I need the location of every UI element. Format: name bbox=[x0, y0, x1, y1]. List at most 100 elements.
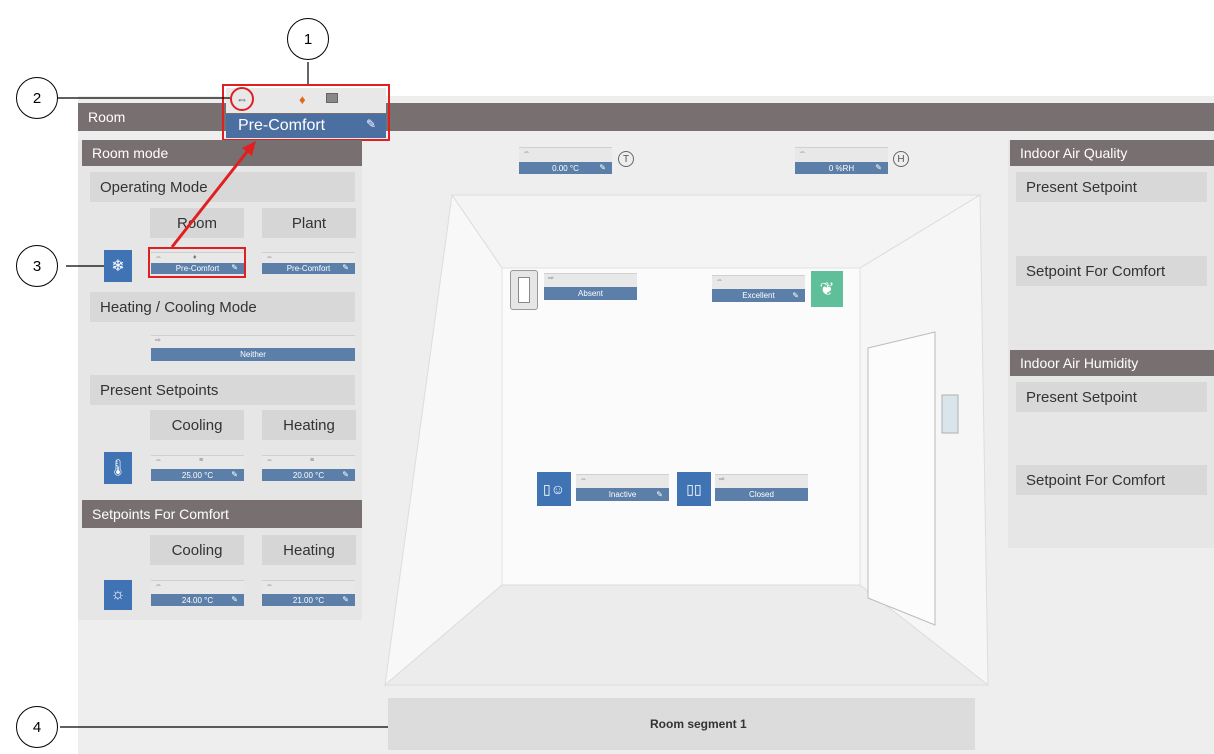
room-thermostat-panel bbox=[941, 394, 959, 434]
iah-present-text: Present Setpoint bbox=[1026, 388, 1137, 406]
heating-label: Heating bbox=[262, 410, 356, 440]
field-indicator: ⇔ bbox=[155, 457, 162, 464]
pencil-icon[interactable]: ✎ bbox=[875, 163, 882, 172]
comfort-cooling-value[interactable]: 24.00 °C bbox=[151, 594, 244, 606]
iaq-present-setpoint: Present Setpoint bbox=[1016, 172, 1207, 202]
hc-mode-value[interactable]: Neither bbox=[151, 348, 355, 361]
cooling-setpoint-field[interactable]: ⇔ ≡ 25.00 °C ✎ bbox=[151, 455, 244, 481]
occupancy-text: Inactive bbox=[608, 490, 637, 499]
callout-2-number: 2 bbox=[32, 89, 42, 107]
field-indicator-2: ≡ bbox=[310, 457, 315, 464]
room-back-wall bbox=[501, 267, 861, 586]
window-text: Closed bbox=[749, 490, 774, 499]
callout-4-number: 4 bbox=[32, 718, 42, 736]
cooling-setpoint-value[interactable]: 25.00 °C bbox=[151, 469, 244, 481]
iaq-comfort-text: Setpoint For Comfort bbox=[1026, 262, 1166, 280]
field-indicator: ⇔ bbox=[799, 149, 806, 156]
room-illustration bbox=[383, 193, 990, 687]
field-indicator: ⇨ bbox=[719, 476, 725, 483]
hc-mode-text-value: Neither bbox=[240, 350, 266, 359]
humidity-badge: H bbox=[897, 153, 905, 165]
humidity-text: 0 %RH bbox=[828, 163, 855, 173]
comfort-cooling-label: Cooling bbox=[150, 535, 244, 565]
iah-comfort-text: Setpoint For Comfort bbox=[1026, 471, 1166, 489]
humidity-sensor-icon: H bbox=[893, 151, 909, 167]
field-indicator: ⇔ bbox=[266, 457, 273, 464]
presence-field[interactable]: ⇨ Absent bbox=[544, 273, 637, 300]
comfort-header: Setpoints For Comfort bbox=[82, 500, 362, 528]
screenshot-stage: Room ⇔ ♦ Pre-Comfort ✎ Room mode Operati… bbox=[0, 0, 1214, 754]
occupancy-field[interactable]: ⇔ Inactive ✎ bbox=[576, 474, 669, 501]
cooling-text: Cooling bbox=[171, 416, 223, 434]
comfort-title: Setpoints For Comfort bbox=[92, 506, 229, 522]
iah-comfort-setpoint: Setpoint For Comfort bbox=[1016, 465, 1207, 495]
heating-text: Heating bbox=[283, 416, 335, 434]
comfort-heating-text: Heating bbox=[283, 541, 335, 559]
presence-value[interactable]: Absent bbox=[544, 287, 637, 300]
pencil-icon[interactable]: ✎ bbox=[599, 163, 606, 172]
temperature-value[interactable]: 0.00 °C bbox=[519, 162, 612, 174]
window-icon: ▯▯ bbox=[677, 472, 711, 506]
hc-mode-label: Heating / Cooling Mode bbox=[90, 292, 355, 322]
present-setpoints-label: Present Setpoints bbox=[90, 375, 355, 405]
callout-1-number: 1 bbox=[303, 30, 313, 48]
comfort-cooling-text: Cooling bbox=[171, 541, 223, 559]
temperature-field[interactable]: ⇔ 0.00 °C ✎ bbox=[519, 147, 612, 174]
comfort-heating-field[interactable]: ⇔ 21.00 °C ✎ bbox=[262, 580, 355, 606]
iaq-present-text: Present Setpoint bbox=[1026, 178, 1137, 196]
callout-2: 2 bbox=[16, 77, 58, 119]
present-setpoints-text: Present Setpoints bbox=[100, 381, 219, 399]
cooling-setpoint-text: 25.00 °C bbox=[181, 470, 214, 480]
room-door bbox=[867, 331, 936, 626]
field-indicator: ⇨ bbox=[155, 337, 161, 344]
hc-mode-text: Heating / Cooling Mode bbox=[100, 298, 257, 316]
field-indicator: ⇔ bbox=[523, 149, 530, 156]
iaq-header: Indoor Air Quality bbox=[1010, 140, 1214, 166]
field-indicator: ⇔ bbox=[580, 476, 587, 483]
air-quality-text: Excellent bbox=[742, 291, 775, 300]
cooling-label: Cooling bbox=[150, 410, 244, 440]
heating-setpoint-value[interactable]: 20.00 °C bbox=[262, 469, 355, 481]
field-indicator: ⇔ bbox=[155, 582, 162, 589]
sun-icon: ☼ bbox=[104, 580, 132, 610]
heating-setpoint-field[interactable]: ⇔ ≡ 20.00 °C ✎ bbox=[262, 455, 355, 481]
window-field[interactable]: ⇨ Closed bbox=[715, 474, 808, 501]
field-indicator: ⇔ bbox=[266, 582, 273, 589]
comfort-cooling-field[interactable]: ⇔ 24.00 °C ✎ bbox=[151, 580, 244, 606]
temperature-text: 0.00 °C bbox=[552, 163, 579, 173]
presence-text: Absent bbox=[578, 289, 603, 298]
callout-3: 3 bbox=[16, 245, 58, 287]
iah-present-setpoint: Present Setpoint bbox=[1016, 382, 1207, 412]
heating-setpoint-text: 20.00 °C bbox=[292, 470, 325, 480]
pencil-icon[interactable]: ✎ bbox=[231, 595, 238, 604]
pencil-icon[interactable]: ✎ bbox=[342, 470, 349, 479]
humidity-value[interactable]: 0 %RH bbox=[795, 162, 888, 174]
thermometer-icon: 🌡 bbox=[104, 452, 132, 484]
air-quality-field[interactable]: ⇔ Excellent ✎ bbox=[712, 275, 805, 302]
field-indicator-2: ≡ bbox=[199, 457, 204, 464]
humidity-field[interactable]: ⇔ 0 %RH ✎ bbox=[795, 147, 888, 174]
hc-mode-field[interactable]: ⇨ Neither bbox=[151, 335, 355, 361]
iah-title: Indoor Air Humidity bbox=[1020, 355, 1139, 371]
callout-1: 1 bbox=[287, 18, 329, 60]
comfort-heating-text-value: 21.00 °C bbox=[292, 595, 325, 605]
presence-sensor-icon bbox=[510, 270, 538, 310]
temperature-badge: T bbox=[622, 153, 630, 165]
window-value[interactable]: Closed bbox=[715, 488, 808, 501]
callout-3-number: 3 bbox=[32, 257, 42, 275]
room-segment-label: Room segment 1 bbox=[650, 717, 747, 731]
comfort-heating-label: Heating bbox=[262, 535, 356, 565]
iah-header: Indoor Air Humidity bbox=[1010, 350, 1214, 376]
occupancy-value[interactable]: Inactive bbox=[576, 488, 669, 501]
comfort-heating-value[interactable]: 21.00 °C bbox=[262, 594, 355, 606]
comfort-cooling-text-value: 24.00 °C bbox=[181, 595, 214, 605]
pencil-icon[interactable]: ✎ bbox=[342, 595, 349, 604]
pencil-icon[interactable]: ✎ bbox=[656, 490, 663, 499]
highlight-arrow-line bbox=[170, 147, 252, 248]
pencil-icon[interactable]: ✎ bbox=[792, 291, 799, 300]
iaq-title: Indoor Air Quality bbox=[1020, 145, 1128, 161]
pencil-icon[interactable]: ✎ bbox=[231, 470, 238, 479]
temperature-sensor-icon: T bbox=[618, 151, 634, 167]
air-quality-value[interactable]: Excellent bbox=[712, 289, 805, 302]
field-indicator: ⇔ bbox=[716, 277, 723, 284]
